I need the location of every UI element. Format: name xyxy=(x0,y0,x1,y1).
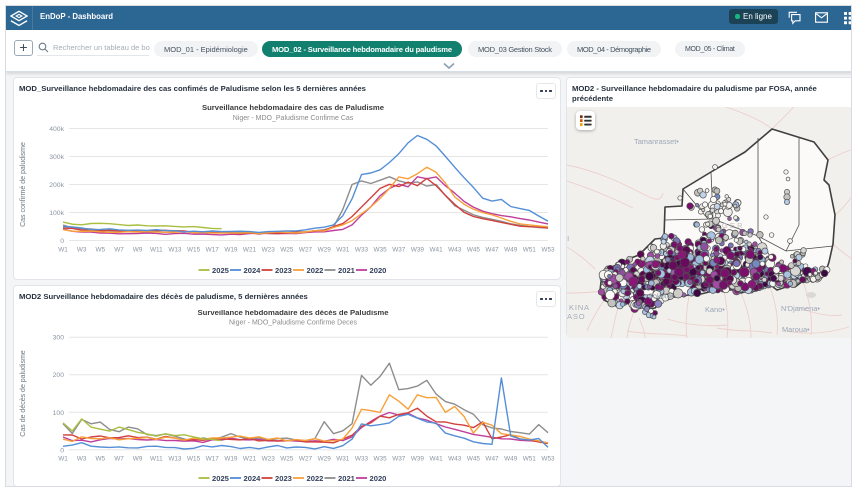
svg-text:2024: 2024 xyxy=(244,266,262,275)
svg-text:W17: W17 xyxy=(206,455,220,462)
svg-text:W1: W1 xyxy=(58,455,68,462)
svg-text:Tamanrasset•: Tamanrasset• xyxy=(634,137,679,146)
svg-text:W5: W5 xyxy=(96,455,106,462)
svg-text:W49: W49 xyxy=(504,247,518,254)
svg-text:W27: W27 xyxy=(299,455,313,462)
svg-text:2022: 2022 xyxy=(307,266,324,275)
svg-text:2023: 2023 xyxy=(275,473,292,482)
svg-text:W37: W37 xyxy=(392,247,406,254)
svg-text:0: 0 xyxy=(60,447,64,454)
svg-text:W53: W53 xyxy=(541,247,555,254)
svg-text:W21: W21 xyxy=(243,247,257,254)
svg-text:W41: W41 xyxy=(430,247,444,254)
svg-text:Kano•: Kano• xyxy=(705,305,725,314)
svg-text:W33: W33 xyxy=(355,247,369,254)
svg-text:2025: 2025 xyxy=(212,266,230,275)
svg-text:W19: W19 xyxy=(224,247,238,254)
svg-text:W47: W47 xyxy=(485,455,499,462)
svg-text:2025: 2025 xyxy=(212,473,230,482)
svg-text:W11: W11 xyxy=(150,247,163,254)
svg-text:300k: 300k xyxy=(49,154,64,161)
svg-text:W43: W43 xyxy=(448,247,462,254)
svg-text:W39: W39 xyxy=(411,455,425,462)
svg-text:W21: W21 xyxy=(243,455,257,462)
svg-text:W53: W53 xyxy=(541,455,555,462)
svg-text:W31: W31 xyxy=(336,455,350,462)
svg-text:W49: W49 xyxy=(504,455,518,462)
svg-text:Niger - MDO_Paludisme Confirme: Niger - MDO_Paludisme Confirme Cas xyxy=(233,115,354,122)
svg-text:W43: W43 xyxy=(448,455,462,462)
svg-text:2021: 2021 xyxy=(338,473,356,482)
svg-text:W3: W3 xyxy=(77,247,87,254)
svg-text:2022: 2022 xyxy=(307,473,324,482)
svg-text:2023: 2023 xyxy=(275,266,292,275)
svg-text:Maroua•: Maroua• xyxy=(782,325,810,334)
svg-text:Cas de décès de paludisme: Cas de décès de paludisme xyxy=(20,350,27,436)
svg-text:W1: W1 xyxy=(58,247,68,254)
svg-text:W25: W25 xyxy=(280,455,294,462)
svg-text:W51: W51 xyxy=(523,455,537,462)
svg-text:300: 300 xyxy=(53,334,65,341)
svg-text:W35: W35 xyxy=(374,455,388,462)
svg-text:W3: W3 xyxy=(77,455,87,462)
svg-text:W15: W15 xyxy=(187,247,201,254)
svg-text:W9: W9 xyxy=(133,455,143,462)
svg-text:2020: 2020 xyxy=(370,473,387,482)
svg-text:Niger - MDO_Paludisme Confirme: Niger - MDO_Paludisme Confirme Deces xyxy=(229,319,357,326)
svg-text:200k: 200k xyxy=(49,182,64,189)
svg-text:W37: W37 xyxy=(392,455,406,462)
svg-text:W33: W33 xyxy=(355,455,369,462)
svg-text:W7: W7 xyxy=(114,455,124,462)
svg-text:W13: W13 xyxy=(168,455,182,462)
svg-text:W45: W45 xyxy=(467,455,481,462)
svg-text:ASO: ASO xyxy=(567,312,585,321)
svg-text:W39: W39 xyxy=(411,247,425,254)
svg-text:400k: 400k xyxy=(49,126,64,133)
svg-text:W41: W41 xyxy=(430,455,444,462)
svg-text:W23: W23 xyxy=(262,247,276,254)
svg-text:100k: 100k xyxy=(49,210,64,217)
svg-text:Cas confirmé de paludisme: Cas confirmé de paludisme xyxy=(20,142,27,227)
svg-text:KINA: KINA xyxy=(569,303,590,312)
svg-text:W31: W31 xyxy=(336,247,350,254)
svg-text:W9: W9 xyxy=(133,247,143,254)
svg-text:W25: W25 xyxy=(280,247,294,254)
svg-text:W35: W35 xyxy=(374,247,388,254)
svg-text:Surveillance hebdomadaire des: Surveillance hebdomadaire des décès de P… xyxy=(198,310,390,317)
svg-text:2024: 2024 xyxy=(244,473,262,482)
svg-text:N'Djamena•: N'Djamena• xyxy=(781,304,820,313)
svg-text:W47: W47 xyxy=(485,247,499,254)
svg-text:W27: W27 xyxy=(299,247,313,254)
svg-text:LI: LI xyxy=(567,234,569,243)
svg-text:0: 0 xyxy=(60,238,64,245)
svg-text:W29: W29 xyxy=(318,455,332,462)
svg-text:W13: W13 xyxy=(168,247,182,254)
svg-text:W29: W29 xyxy=(318,247,332,254)
svg-text:W45: W45 xyxy=(467,247,481,254)
svg-text:W23: W23 xyxy=(262,455,276,462)
svg-text:W51: W51 xyxy=(523,247,537,254)
svg-text:W5: W5 xyxy=(96,247,106,254)
svg-text:100: 100 xyxy=(53,409,65,416)
svg-text:Surveillance hebdomadaire des: Surveillance hebdomadaire des cas de Pal… xyxy=(202,103,385,112)
svg-text:W15: W15 xyxy=(187,455,201,462)
svg-text:W7: W7 xyxy=(114,247,124,254)
svg-text:200: 200 xyxy=(53,372,65,379)
svg-text:2021: 2021 xyxy=(338,266,356,275)
svg-text:W19: W19 xyxy=(224,455,238,462)
svg-text:W17: W17 xyxy=(206,247,220,254)
svg-text:2020: 2020 xyxy=(370,266,387,275)
svg-text:W11: W11 xyxy=(150,455,163,462)
svg-text:Sokoto•: Sokoto• xyxy=(648,292,674,301)
